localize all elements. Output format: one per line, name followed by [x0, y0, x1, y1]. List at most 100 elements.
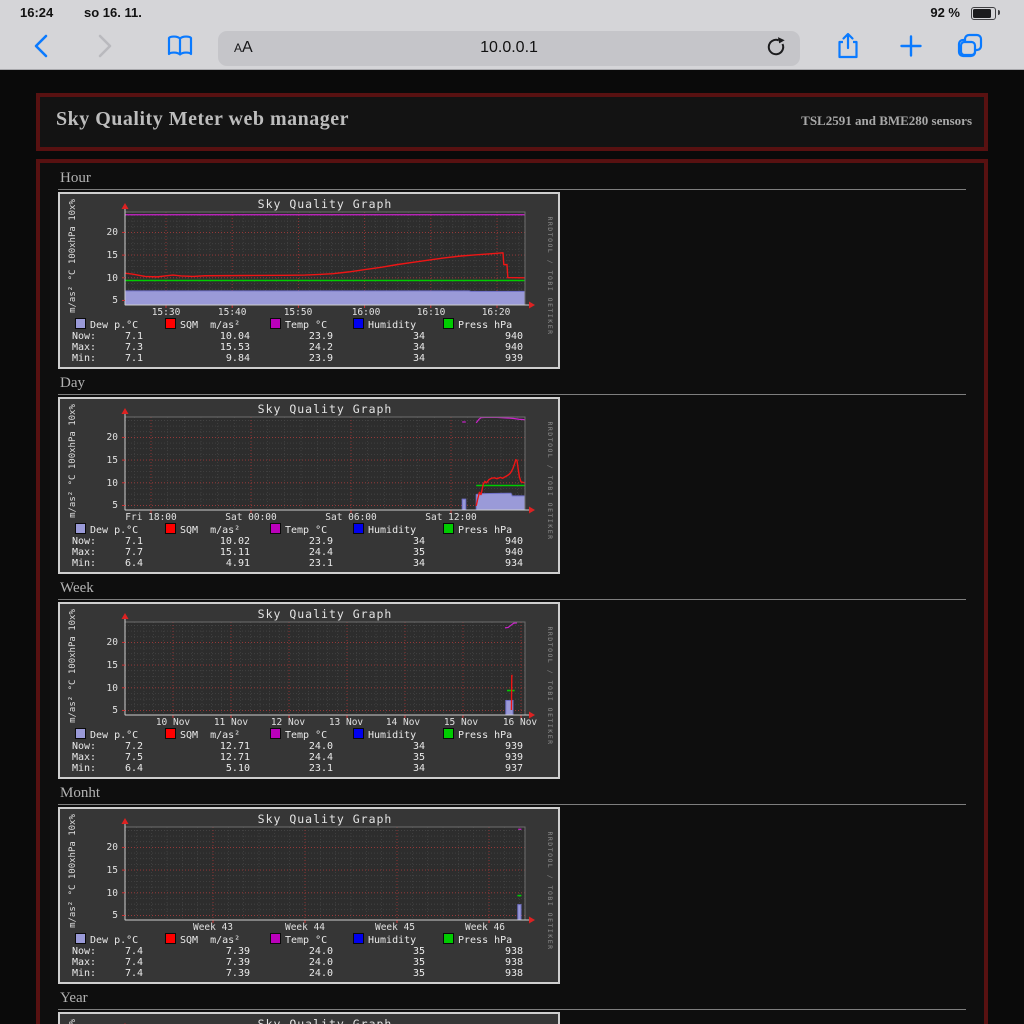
legend-swatch-icon	[353, 318, 364, 329]
x-tick-label: Sat 00:00	[225, 512, 277, 523]
legend-value: 7.4	[124, 968, 143, 979]
x-tick-label: 15:40	[217, 307, 247, 318]
legend-value: 7.2	[124, 741, 143, 752]
content-container: Hour Sky Quality Graph m/as² °C 100xhPa 10…	[36, 159, 988, 1024]
graph-section-hour: Hour Sky Quality Graph m/as² °C 100xhPa 10…	[58, 169, 966, 369]
legend-swatch-icon	[270, 318, 281, 329]
web-page: Sky Quality Meter web manager TSL2591 an…	[0, 70, 1024, 1024]
legend-value: 24.2	[308, 342, 333, 353]
legend-value: 938	[504, 946, 523, 957]
legend-item: SQM m/as²	[165, 318, 240, 331]
y-tick-label: 10	[106, 477, 118, 489]
x-tick-label: Week 46	[464, 922, 506, 933]
y-tick-label: 10	[106, 682, 118, 694]
legend-item: Press hPa	[443, 933, 512, 946]
address-bar[interactable]: AA 10.0.0.1	[218, 31, 800, 66]
legend-item: SQM m/as²	[165, 523, 240, 536]
legend-swatch-icon	[443, 933, 454, 944]
page-title: Sky Quality Meter web manager	[56, 108, 349, 130]
graph-title: Sky Quality Graph	[257, 1017, 393, 1024]
legend-item: Humidity	[353, 318, 416, 331]
graph-section-week: Week Sky Quality Graph m/as² °C 100xhPa 10…	[58, 579, 966, 779]
legend-value: 7.39	[225, 957, 250, 968]
browser-chrome: 16:24 so 16. 11. 92 % AA 10.0.0.1	[0, 0, 1024, 70]
battery-icon	[971, 7, 996, 20]
legend-value: 34	[412, 331, 425, 342]
legend-item: Humidity	[353, 933, 416, 946]
x-tick-label: 15:50	[283, 307, 313, 318]
legend-value: 12.71	[219, 752, 250, 763]
legend-value: 34	[412, 353, 425, 364]
legend-value: 23.9	[308, 331, 333, 342]
y-tick-label: 20	[106, 637, 118, 649]
browser-toolbar: AA 10.0.0.1	[0, 24, 1024, 69]
legend-swatch-icon	[165, 728, 176, 739]
legend-value: 939	[504, 353, 523, 364]
y-tick-label: 5	[112, 910, 118, 922]
legend-value: 7.39	[225, 946, 250, 957]
y-tick-label: 15	[106, 660, 118, 672]
y-tick-label: 20	[106, 842, 118, 854]
legend-value: 35	[412, 752, 425, 763]
legend-item: Press hPa	[443, 318, 512, 331]
tabs-icon	[957, 33, 983, 58]
y-tick-label: 10	[106, 887, 118, 899]
legend-value: 34	[412, 741, 425, 752]
graph-section-year: YearSky Quality Graphm/as² °C 100xhPa 10…	[58, 989, 966, 1024]
book-icon	[167, 35, 193, 56]
new-tab-button[interactable]	[893, 28, 929, 64]
legend-value: 24.4	[308, 752, 333, 763]
legend-value: 939	[504, 741, 523, 752]
status-time: 16:24	[20, 5, 54, 20]
legend-value: 35	[412, 957, 425, 968]
x-tick-label: 16:20	[481, 307, 511, 318]
y-tick-label: 5	[112, 500, 118, 512]
graph-y-axis-label: m/as² °C 100xhPa 10x%	[68, 1006, 78, 1024]
legend-value: 24.0	[308, 741, 333, 752]
y-tick-label: 20	[106, 432, 118, 444]
tabs-button[interactable]	[952, 28, 988, 64]
share-icon	[838, 32, 858, 59]
legend-value: 7.4	[124, 957, 143, 968]
legend-value: 15.53	[219, 342, 250, 353]
legend-value: 7.7	[124, 547, 143, 558]
legend-value: 7.1	[124, 353, 143, 364]
bookmarks-button[interactable]	[162, 28, 198, 64]
legend-value: 34	[412, 342, 425, 353]
legend-value: 35	[412, 547, 425, 558]
legend-value: 940	[504, 547, 523, 558]
legend-value: 940	[504, 536, 523, 547]
legend-value: 12.71	[219, 741, 250, 752]
legend-swatch-icon	[165, 933, 176, 944]
x-tick-label: Week 45	[374, 922, 416, 933]
legend-value: 23.1	[308, 763, 333, 774]
y-tick-label: 15	[106, 250, 118, 262]
section-heading: Day	[58, 374, 966, 395]
legend-value: 940	[504, 342, 523, 353]
reload-icon	[767, 37, 785, 56]
x-tick-label: Week 44	[284, 922, 326, 933]
legend-swatch-icon	[443, 523, 454, 534]
legend-item: Press hPa	[443, 728, 512, 741]
legend-swatch-icon	[165, 318, 176, 329]
x-tick-label: Sat 12:00	[425, 512, 477, 523]
legend-value: 34	[412, 536, 425, 547]
url-text[interactable]: 10.0.0.1	[218, 39, 800, 57]
legend-item: Temp °C	[270, 728, 327, 741]
legend-item: SQM m/as²	[165, 933, 240, 946]
reload-button[interactable]	[764, 36, 788, 65]
legend-value: 939	[504, 752, 523, 763]
legend-value: 6.4	[124, 763, 143, 774]
legend-swatch-icon	[75, 523, 86, 534]
legend-value: 15.11	[219, 547, 250, 558]
share-button[interactable]	[830, 28, 866, 64]
sky-quality-graph: Sky Quality Graphm/as² °C 100xhPa 10x%RR…	[58, 1012, 560, 1024]
legend-swatch-icon	[75, 728, 86, 739]
back-button[interactable]	[24, 28, 60, 64]
legend-value: 7.3	[124, 342, 143, 353]
forward-button[interactable]	[86, 28, 122, 64]
y-tick-label: 15	[106, 455, 118, 467]
chevron-right-icon	[98, 34, 112, 58]
status-bar: 16:24 so 16. 11. 92 %	[0, 0, 1024, 24]
legend-swatch-icon	[353, 933, 364, 944]
